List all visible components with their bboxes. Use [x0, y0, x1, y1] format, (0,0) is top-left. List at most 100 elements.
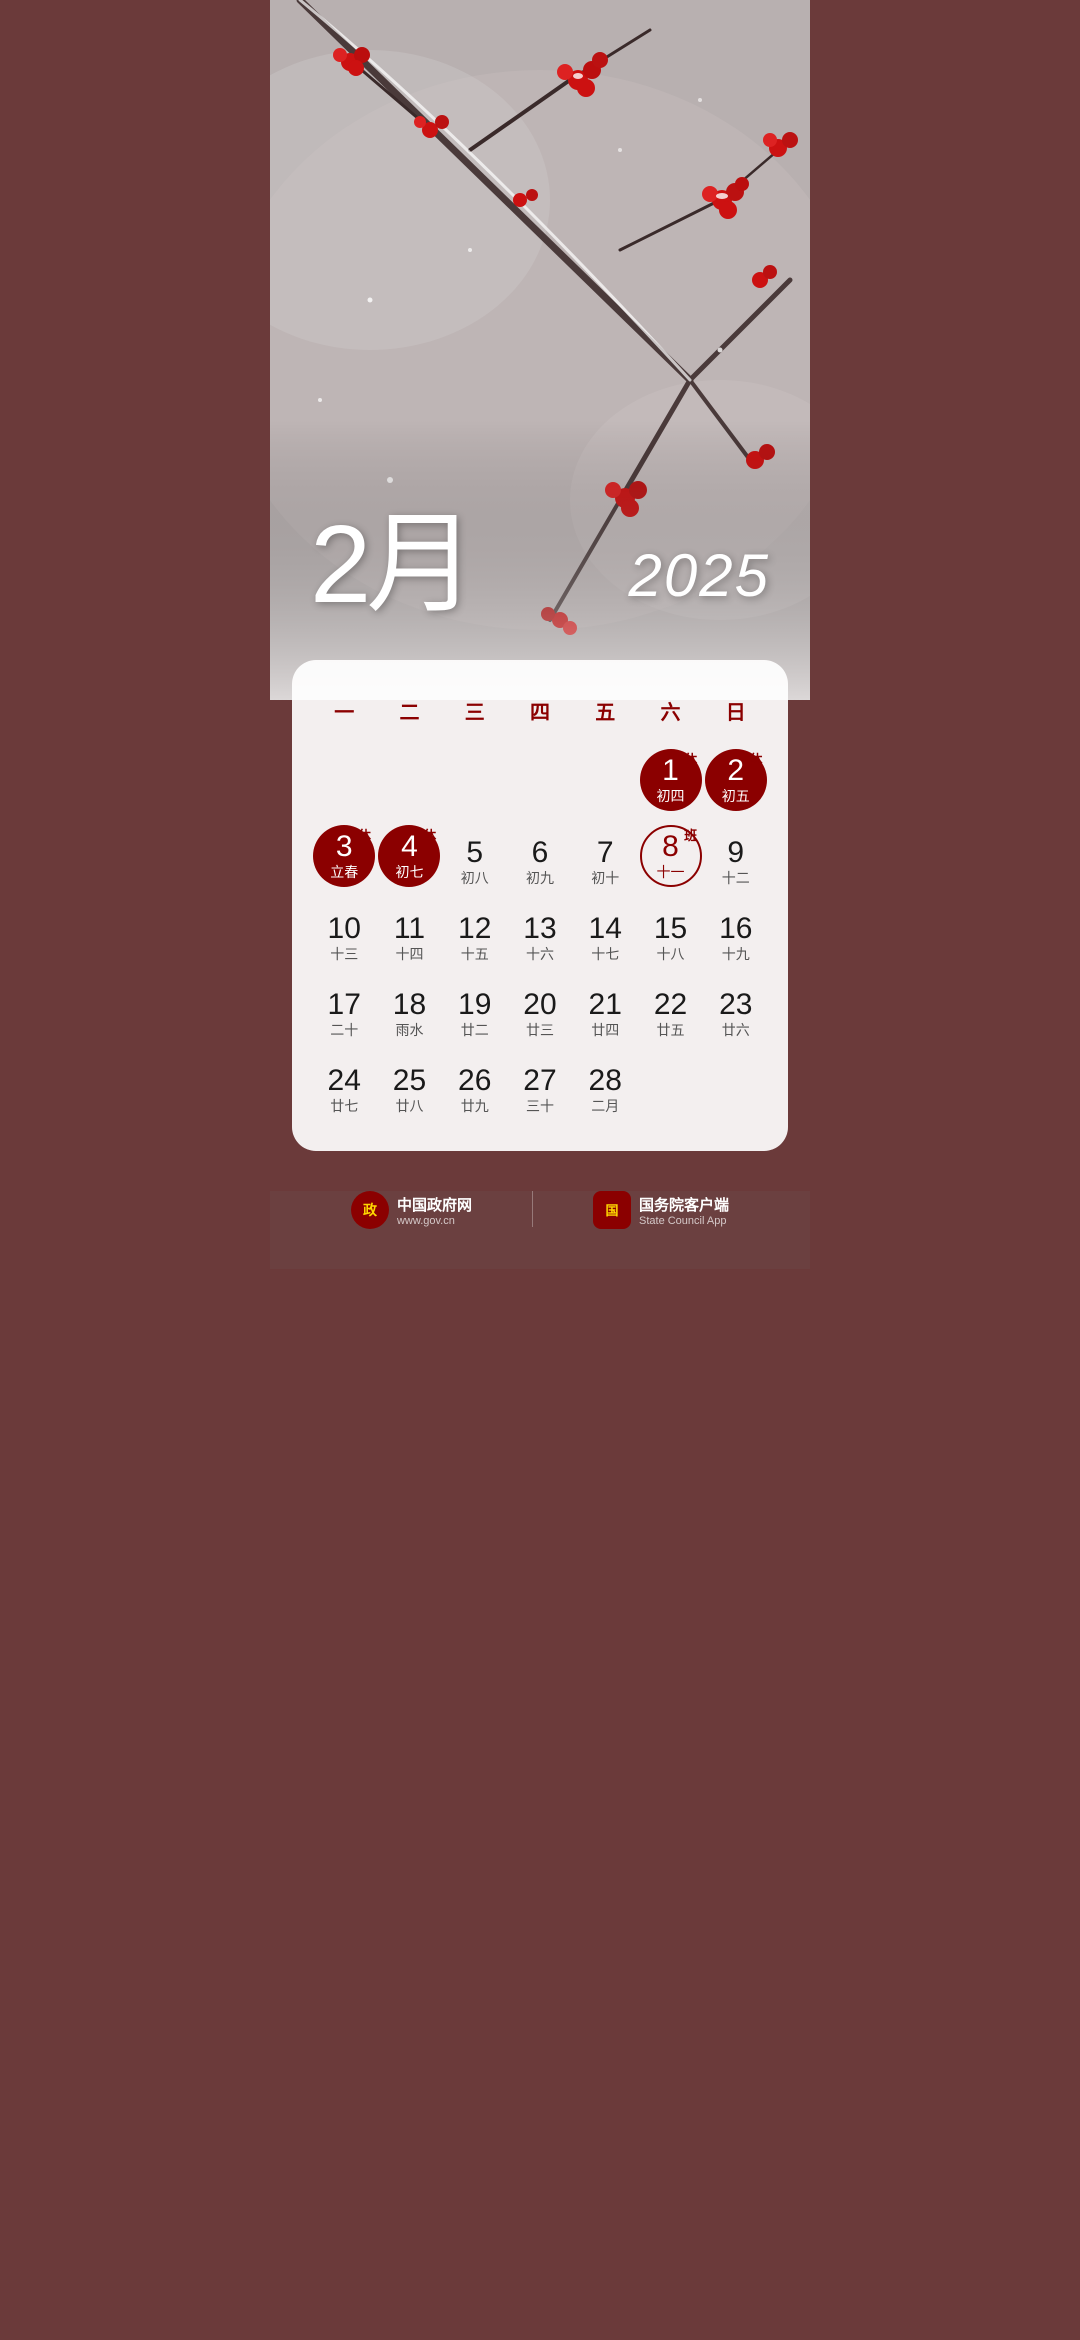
day-11[interactable]: 11 十四	[377, 901, 442, 969]
day-14-num: 14	[589, 912, 622, 945]
day-25-sub: 廿八	[395, 1097, 423, 1115]
day-19-sub: 廿二	[461, 1021, 489, 1039]
brand2-sub: State Council App	[639, 1215, 729, 1227]
empty-cell	[638, 1053, 703, 1121]
empty-cell	[312, 749, 377, 817]
day-21-sub: 廿四	[591, 1021, 619, 1039]
day-9[interactable]: 9 十二	[703, 825, 768, 893]
day-17[interactable]: 17 二十	[312, 977, 377, 1045]
day-6-num: 6	[532, 836, 549, 869]
empty-cell	[377, 749, 442, 817]
month-label: 2月	[310, 510, 471, 620]
day-9-num: 9	[727, 836, 744, 869]
day-1-badge: 休	[684, 749, 697, 768]
day-22[interactable]: 22 廿五	[638, 977, 703, 1045]
day-27-sub: 三十	[526, 1097, 554, 1115]
empty-cell	[573, 749, 638, 817]
gov-logo-icon: 政	[351, 1191, 389, 1229]
day-5[interactable]: 5 初八	[442, 825, 507, 893]
day-1[interactable]: 休 1 初四	[638, 749, 703, 817]
day-16[interactable]: 16 十九	[703, 901, 768, 969]
day-11-sub: 十四	[395, 945, 423, 963]
day-23-num: 23	[719, 988, 752, 1021]
weekday-mon: 一	[312, 690, 377, 731]
weekday-wed: 三	[442, 690, 507, 731]
day-8-badge: 班	[684, 825, 697, 844]
footer-area: 政 中国政府网 www.gov.cn 国 国务院客户端 State Counci…	[270, 1191, 810, 1269]
svg-text:国: 国	[605, 1203, 618, 1218]
day-24[interactable]: 24 廿七	[312, 1053, 377, 1121]
day-13[interactable]: 13 十六	[507, 901, 572, 969]
day-12-sub: 十五	[461, 945, 489, 963]
calendar-card: 一 二 三 四 五 六 日 休 1 初四 休	[292, 660, 789, 1151]
year-label: 2025	[629, 541, 770, 610]
day-12-num: 12	[458, 912, 491, 945]
day-5-num: 5	[466, 836, 483, 869]
brand-gov[interactable]: 政 中国政府网 www.gov.cn	[351, 1191, 472, 1229]
day-14-sub: 十七	[591, 945, 619, 963]
day-2[interactable]: 休 2 初五	[703, 749, 768, 817]
day-22-num: 22	[654, 988, 687, 1021]
weekdays-row: 一 二 三 四 五 六 日	[312, 690, 769, 731]
day-23[interactable]: 23 廿六	[703, 977, 768, 1045]
day-15[interactable]: 15 十八	[638, 901, 703, 969]
svg-text:政: 政	[363, 1202, 378, 1218]
day-21[interactable]: 21 廿四	[573, 977, 638, 1045]
day-21-num: 21	[589, 988, 622, 1021]
day-18[interactable]: 18 雨水	[377, 977, 442, 1045]
day-28[interactable]: 28 二月	[573, 1053, 638, 1121]
day-23-sub: 廿六	[722, 1021, 750, 1039]
brand2-name: 国务院客户端	[639, 1194, 729, 1215]
day-6[interactable]: 6 初九	[507, 825, 572, 893]
day-13-sub: 十六	[526, 945, 554, 963]
day-20[interactable]: 20 廿三	[507, 977, 572, 1045]
day-19-num: 19	[458, 988, 491, 1021]
day-19[interactable]: 19 廿二	[442, 977, 507, 1045]
day-3[interactable]: 休 3 立春	[312, 825, 377, 893]
day-7-num: 7	[597, 836, 614, 869]
day-25-num: 25	[393, 1064, 426, 1097]
day-18-num: 18	[393, 988, 426, 1021]
day-12[interactable]: 12 十五	[442, 901, 507, 969]
day-1-sub: 初四	[657, 787, 685, 805]
phone-container: 2月 2025 一 二 三 四 五 六 日 休 1	[270, 0, 810, 1269]
day-7[interactable]: 7 初十	[573, 825, 638, 893]
day-14[interactable]: 14 十七	[573, 901, 638, 969]
empty-cell	[703, 1053, 768, 1121]
day-26-sub: 廿九	[461, 1097, 489, 1115]
day-28-num: 28	[589, 1064, 622, 1097]
day-17-num: 17	[328, 988, 361, 1021]
day-27[interactable]: 27 三十	[507, 1053, 572, 1121]
day-1-num: 1	[662, 754, 679, 787]
day-15-num: 15	[654, 912, 687, 945]
day-13-num: 13	[523, 912, 556, 945]
empty-cell	[507, 749, 572, 817]
day-9-sub: 十二	[722, 869, 750, 887]
background-image: 2月 2025	[270, 0, 810, 700]
weekday-tue: 二	[377, 690, 442, 731]
day-25[interactable]: 25 廿八	[377, 1053, 442, 1121]
day-26[interactable]: 26 廿九	[442, 1053, 507, 1121]
brand-app[interactable]: 国 国务院客户端 State Council App	[593, 1191, 729, 1229]
day-8-num: 8	[662, 830, 679, 863]
weekday-sat: 六	[638, 690, 703, 731]
day-4-badge: 休	[423, 825, 436, 844]
day-3-num: 3	[336, 830, 353, 863]
day-18-sub: 雨水	[395, 1021, 423, 1039]
day-10[interactable]: 10 十三	[312, 901, 377, 969]
day-5-sub: 初八	[461, 869, 489, 887]
day-2-sub: 初五	[722, 787, 750, 805]
day-10-sub: 十三	[330, 945, 358, 963]
empty-cell	[442, 749, 507, 817]
day-26-num: 26	[458, 1064, 491, 1097]
brand1-name: 中国政府网	[397, 1194, 472, 1215]
day-17-sub: 二十	[330, 1021, 358, 1039]
day-16-sub: 十九	[722, 945, 750, 963]
day-3-sub: 立春	[330, 863, 358, 881]
day-4[interactable]: 休 4 初七	[377, 825, 442, 893]
day-22-sub: 廿五	[657, 1021, 685, 1039]
day-2-num: 2	[727, 754, 744, 787]
weekday-thu: 四	[507, 690, 572, 731]
day-4-sub: 初七	[395, 863, 423, 881]
day-8[interactable]: 班 8 十一	[638, 825, 703, 893]
